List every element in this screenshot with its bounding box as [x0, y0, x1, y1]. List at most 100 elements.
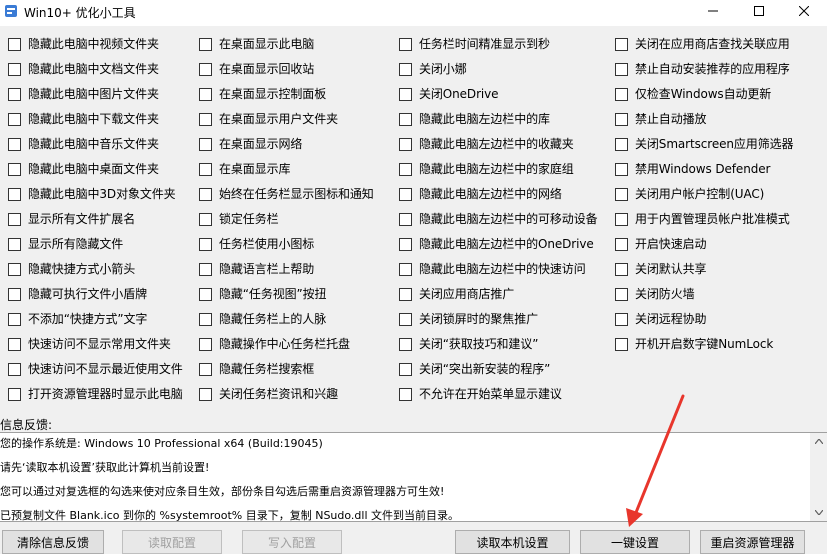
- checkbox[interactable]: [399, 337, 412, 351]
- option-checkbox[interactable]: 锁定任务栏: [199, 208, 279, 230]
- checkbox[interactable]: [8, 162, 21, 176]
- checkbox[interactable]: [199, 137, 212, 151]
- checkbox[interactable]: [8, 37, 21, 51]
- option-checkbox[interactable]: 关闭用户帐户控制(UAC): [615, 183, 764, 205]
- option-checkbox[interactable]: 关闭在应用商店查找关联应用: [615, 33, 790, 55]
- clear-feedback-button[interactable]: 清除信息反馈: [2, 530, 104, 554]
- option-checkbox[interactable]: 关闭远程协助: [615, 308, 707, 330]
- checkbox[interactable]: [399, 362, 412, 376]
- write-config-button[interactable]: 写入配置: [242, 530, 342, 554]
- option-checkbox[interactable]: 开机开启数字键NumLock: [615, 333, 773, 355]
- checkbox[interactable]: [399, 312, 412, 326]
- option-checkbox[interactable]: 隐藏此电脑左边栏中的OneDrive: [399, 233, 594, 255]
- close-button[interactable]: [781, 0, 827, 22]
- option-checkbox[interactable]: 关闭锁屏时的聚焦推广: [399, 308, 538, 330]
- scroll-up-button[interactable]: [810, 433, 827, 450]
- checkbox[interactable]: [8, 137, 21, 151]
- option-checkbox[interactable]: 关闭小娜: [399, 58, 467, 80]
- option-checkbox[interactable]: 在桌面显示此电脑: [199, 33, 314, 55]
- option-checkbox[interactable]: 关闭“突出新安装的程序”: [399, 358, 550, 380]
- checkbox[interactable]: [8, 362, 21, 376]
- checkbox[interactable]: [399, 87, 412, 101]
- scroll-down-button[interactable]: [810, 504, 827, 521]
- checkbox[interactable]: [615, 237, 628, 251]
- option-checkbox[interactable]: 显示所有文件扩展名: [8, 208, 135, 230]
- checkbox[interactable]: [615, 312, 628, 326]
- checkbox[interactable]: [399, 137, 412, 151]
- checkbox[interactable]: [8, 187, 21, 201]
- checkbox[interactable]: [199, 112, 212, 126]
- option-checkbox[interactable]: 在桌面显示用户文件夹: [199, 108, 338, 130]
- maximize-button[interactable]: [736, 0, 782, 22]
- option-checkbox[interactable]: 隐藏此电脑左边栏中的家庭组: [399, 158, 574, 180]
- restart-explorer-button[interactable]: 重启资源管理器: [700, 530, 805, 554]
- checkbox[interactable]: [615, 262, 628, 276]
- option-checkbox[interactable]: 仅检查Windows自动更新: [615, 83, 771, 105]
- checkbox[interactable]: [8, 87, 21, 101]
- info-textbox[interactable]: 您的操作系统是: Windows 10 Professional x64 (Bu…: [0, 432, 827, 522]
- option-checkbox[interactable]: 关闭任务栏资讯和兴趣: [199, 383, 338, 405]
- checkbox[interactable]: [8, 312, 21, 326]
- checkbox[interactable]: [199, 187, 212, 201]
- vertical-scrollbar[interactable]: [810, 433, 827, 521]
- checkbox[interactable]: [399, 212, 412, 226]
- checkbox[interactable]: [199, 312, 212, 326]
- option-checkbox[interactable]: 禁用Windows Defender: [615, 158, 770, 180]
- read-config-button[interactable]: 读取配置: [122, 530, 222, 554]
- checkbox[interactable]: [199, 287, 212, 301]
- checkbox[interactable]: [615, 337, 628, 351]
- checkbox[interactable]: [615, 37, 628, 51]
- option-checkbox[interactable]: 隐藏可执行文件小盾牌: [8, 283, 147, 305]
- checkbox[interactable]: [199, 387, 212, 401]
- option-checkbox[interactable]: 禁止自动安装推荐的应用程序: [615, 58, 790, 80]
- checkbox[interactable]: [199, 37, 212, 51]
- option-checkbox[interactable]: 在桌面显示控制面板: [199, 83, 326, 105]
- checkbox[interactable]: [199, 87, 212, 101]
- checkbox[interactable]: [199, 237, 212, 251]
- one-click-setup-button[interactable]: 一键设置: [580, 530, 690, 554]
- option-checkbox[interactable]: 隐藏此电脑中文档文件夹: [8, 58, 159, 80]
- option-checkbox[interactable]: 在桌面显示回收站: [199, 58, 314, 80]
- checkbox[interactable]: [399, 262, 412, 276]
- checkbox[interactable]: [399, 187, 412, 201]
- option-checkbox[interactable]: 隐藏此电脑左边栏中的库: [399, 108, 550, 130]
- checkbox[interactable]: [615, 187, 628, 201]
- option-checkbox[interactable]: 显示所有隐藏文件: [8, 233, 123, 255]
- checkbox[interactable]: [199, 362, 212, 376]
- option-checkbox[interactable]: 隐藏此电脑左边栏中的可移动设备: [399, 208, 598, 230]
- checkbox[interactable]: [399, 237, 412, 251]
- option-checkbox[interactable]: 关闭默认共享: [615, 258, 707, 280]
- checkbox[interactable]: [615, 212, 628, 226]
- option-checkbox[interactable]: 在桌面显示网络: [199, 133, 302, 155]
- checkbox[interactable]: [199, 212, 212, 226]
- checkbox[interactable]: [615, 137, 628, 151]
- option-checkbox[interactable]: 快速访问不显示最近使用文件: [8, 358, 183, 380]
- option-checkbox[interactable]: 打开资源管理器时显示此电脑: [8, 383, 183, 405]
- checkbox[interactable]: [399, 162, 412, 176]
- minimize-button[interactable]: [690, 0, 736, 22]
- option-checkbox[interactable]: 隐藏语言栏上帮助: [199, 258, 314, 280]
- checkbox[interactable]: [199, 62, 212, 76]
- checkbox[interactable]: [615, 287, 628, 301]
- checkbox[interactable]: [8, 112, 21, 126]
- option-checkbox[interactable]: 关闭OneDrive: [399, 83, 499, 105]
- option-checkbox[interactable]: 隐藏此电脑中音乐文件夹: [8, 133, 159, 155]
- checkbox[interactable]: [615, 112, 628, 126]
- option-checkbox[interactable]: 开启快速启动: [615, 233, 707, 255]
- option-checkbox[interactable]: 隐藏快捷方式小箭头: [8, 258, 135, 280]
- option-checkbox[interactable]: 隐藏任务栏搜索框: [199, 358, 314, 380]
- option-checkbox[interactable]: 隐藏操作中心任务栏托盘: [199, 333, 350, 355]
- checkbox[interactable]: [399, 387, 412, 401]
- option-checkbox[interactable]: 任务栏时间精准显示到秒: [399, 33, 550, 55]
- checkbox[interactable]: [199, 262, 212, 276]
- checkbox[interactable]: [399, 37, 412, 51]
- option-checkbox[interactable]: 用于内置管理员帐户批准模式: [615, 208, 790, 230]
- option-checkbox[interactable]: 任务栏使用小图标: [199, 233, 314, 255]
- option-checkbox[interactable]: 隐藏此电脑中下载文件夹: [8, 108, 159, 130]
- checkbox[interactable]: [8, 212, 21, 226]
- option-checkbox[interactable]: 隐藏此电脑中桌面文件夹: [8, 158, 159, 180]
- option-checkbox[interactable]: 隐藏此电脑中图片文件夹: [8, 83, 159, 105]
- option-checkbox[interactable]: 隐藏此电脑中3D对象文件夹: [8, 183, 176, 205]
- checkbox[interactable]: [8, 262, 21, 276]
- checkbox[interactable]: [399, 112, 412, 126]
